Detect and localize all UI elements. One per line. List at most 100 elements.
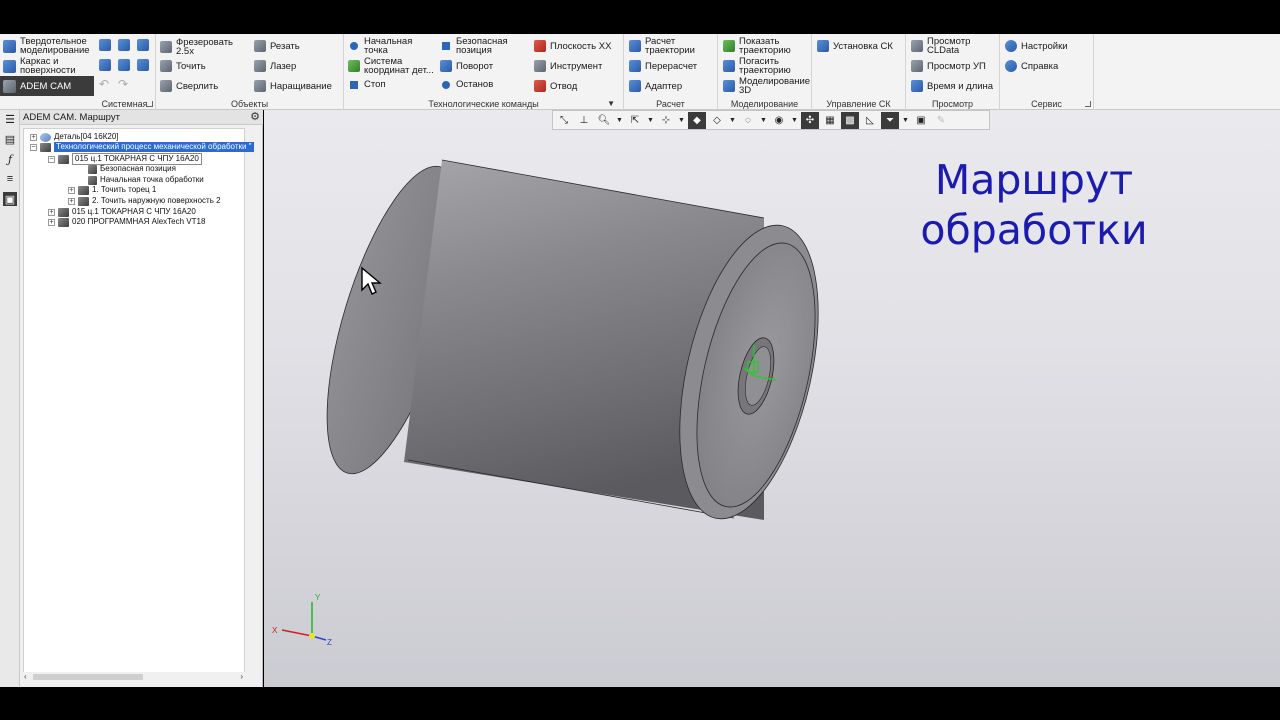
expand-icon[interactable]: +	[68, 197, 75, 205]
filter-icon[interactable]: ⏷	[881, 111, 899, 129]
group-launcher-icon[interactable]	[147, 101, 153, 107]
new-file-button[interactable]	[99, 39, 111, 51]
simulation-3d-button[interactable]: Моделирование 3D	[723, 77, 811, 95]
turn-button[interactable]: Точить	[160, 60, 206, 72]
save-file-button[interactable]	[137, 39, 149, 51]
gear-icon[interactable]: ⚙	[250, 111, 260, 123]
tool-button[interactable]: Инструмент	[534, 60, 602, 72]
select-filter-icon[interactable]: ▩	[841, 111, 859, 129]
start-point-button[interactable]: Начальная точка	[348, 37, 424, 55]
save-as-button[interactable]	[137, 59, 149, 71]
pan-icon[interactable]: ⇱	[626, 112, 644, 129]
tree-node-safe-position[interactable]: Безопасная позиция	[88, 164, 176, 174]
print-preview-button[interactable]	[118, 59, 130, 71]
undo-button[interactable]: ↶	[99, 78, 109, 90]
section-icon[interactable]: ▦	[821, 112, 839, 129]
variables-button[interactable]: ƒ	[3, 152, 17, 166]
wireframe-view-icon[interactable]: ◇	[708, 112, 726, 129]
halt-button[interactable]: Останов	[440, 80, 493, 89]
tree-view-button[interactable]: ☰	[3, 112, 17, 126]
chevron-down-icon[interactable]: ▼	[759, 112, 768, 129]
view-up-button[interactable]: Просмотр УП	[911, 60, 986, 72]
horizontal-scrollbar[interactable]: ‹ ›	[23, 672, 245, 682]
chevron-down-icon[interactable]: ▼	[646, 112, 655, 129]
open-file-button[interactable]	[118, 39, 130, 51]
shaded-view-icon[interactable]: ◆	[688, 111, 706, 129]
set-cs-button[interactable]: Установка СК	[817, 40, 893, 52]
settings-button[interactable]: Настройки	[1005, 40, 1068, 52]
scrollbar-thumb[interactable]	[33, 674, 143, 680]
chevron-down-icon[interactable]: ▼	[901, 112, 910, 129]
scroll-left-icon[interactable]: ‹	[24, 672, 27, 682]
view-cldata-button[interactable]: Просмотр CLData	[911, 37, 979, 55]
time-length-button[interactable]: Время и длина	[911, 80, 993, 92]
tree-node-process[interactable]: − Технологический процесс механической о…	[30, 142, 254, 152]
rotate-button[interactable]: Поворот	[440, 60, 493, 72]
collapse-icon[interactable]: −	[30, 143, 37, 151]
group-calc: Расчет траектории Перерасчет Адаптер Рас…	[624, 34, 718, 110]
redo-button[interactable]: ↷	[118, 78, 128, 90]
chevron-down-icon[interactable]: ▼	[607, 99, 615, 108]
mode-solid-modeling[interactable]: Твердотельное моделирование	[0, 36, 94, 56]
laser-button[interactable]: Лазер	[254, 60, 296, 72]
measure-icon[interactable]: ◺	[861, 112, 879, 129]
coord-system-button[interactable]: Система координат дет...	[348, 57, 440, 75]
expand-icon[interactable]: +	[48, 218, 55, 226]
collapse-icon[interactable]: −	[48, 155, 55, 163]
drill-button[interactable]: Сверлить	[160, 80, 218, 92]
view-up-label: Просмотр УП	[927, 60, 986, 72]
turn-icon	[160, 60, 172, 72]
group-system: ↶ ↷ Системная	[94, 34, 156, 110]
tree-node-part[interactable]: + Деталь[04 16К20]	[30, 132, 118, 142]
mode-adem-cam[interactable]: ADEM CAM	[0, 76, 94, 96]
cut-button[interactable]: Резать	[254, 40, 300, 52]
mill-button[interactable]: Фрезеровать 2.5x	[160, 38, 236, 56]
chevron-down-icon[interactable]: ▼	[728, 112, 737, 129]
chevron-down-icon[interactable]: ▼	[615, 112, 624, 129]
expand-icon[interactable]: +	[30, 133, 37, 141]
panel-header: ADEM CAM. Маршрут ⚙	[20, 110, 263, 125]
show-trajectory-button[interactable]: Показать траекторию	[723, 37, 801, 55]
scroll-right-icon[interactable]: ›	[240, 672, 243, 682]
tree-node-operation[interactable]: + 020 ПРОГРАММНАЯ AlexTech VT18	[48, 217, 205, 227]
snap-icon[interactable]: ✣	[801, 111, 819, 129]
properties-button[interactable]: ▤	[3, 132, 17, 146]
retract-button[interactable]: Отвод	[534, 80, 577, 92]
plane-button[interactable]: Плоскость XX	[534, 40, 611, 52]
group-launcher-icon[interactable]	[1085, 101, 1091, 107]
part-model[interactable]	[324, 140, 844, 560]
calc-trajectory-button[interactable]: Расчет траектории	[629, 37, 705, 55]
print-button[interactable]	[99, 59, 111, 71]
zoom-icon[interactable]: 🔍︎	[595, 112, 613, 129]
stop-button[interactable]: Стоп	[348, 80, 386, 89]
build-button[interactable]: Наращивание	[254, 80, 332, 92]
route-button[interactable]: ▣	[3, 192, 17, 206]
view-orientation-icon[interactable]: ⊹	[657, 112, 675, 129]
properties-icon[interactable]: ▣	[912, 112, 930, 129]
adapter-button[interactable]: Адаптер	[629, 80, 682, 92]
hide-icon[interactable]: ◌	[739, 112, 757, 129]
mode-wireframe-surfaces[interactable]: Каркас и поверхности	[0, 56, 94, 76]
recalc-button[interactable]: Перерасчет	[629, 60, 697, 72]
help-button[interactable]: Справка	[1005, 60, 1058, 72]
select-mode-icon[interactable]: ⤡	[555, 112, 573, 129]
hide-trajectory-button[interactable]: Погасить траекторию	[723, 57, 801, 75]
chevron-down-icon[interactable]: ▼	[790, 112, 799, 129]
show-trajectory-label: Показать траекторию	[739, 36, 791, 56]
expand-icon[interactable]: +	[48, 208, 55, 216]
hide-trajectory-icon	[723, 60, 735, 72]
chevron-down-icon[interactable]: ▼	[677, 112, 686, 129]
3d-viewport[interactable]: ⤡ ⊥ 🔍︎ ▼ ⇱ ▼ ⊹ ▼ ◆ ◇ ▼ ◌ ▼ ◉ ▼ ✣ ▦ ▩ ◺ ⏷…	[264, 110, 1280, 687]
expand-icon[interactable]: +	[68, 186, 75, 194]
tool-label: Инструмент	[550, 60, 603, 72]
layers-button[interactable]: ≡	[3, 172, 17, 186]
tree-node-operation[interactable]: + 015 ц.1 ТОКАРНАЯ С ЧПУ 16А20	[48, 207, 196, 217]
dimension-icon[interactable]: ⊥	[575, 112, 593, 129]
tree-node-start-point[interactable]: Начальная точка обработки	[88, 175, 204, 185]
pencil-icon[interactable]: ✎	[932, 112, 950, 129]
safe-position-button[interactable]: Безопасная позиция	[440, 37, 516, 55]
tree-node-step-1[interactable]: + 1. Точить торец 1	[68, 185, 156, 195]
tree-node-step-2[interactable]: + 2. Точить наружную поверхность 2	[68, 196, 221, 206]
visibility-icon[interactable]: ◉	[770, 112, 788, 129]
group-view: Просмотр CLData Просмотр УП Время и длин…	[906, 34, 1000, 110]
